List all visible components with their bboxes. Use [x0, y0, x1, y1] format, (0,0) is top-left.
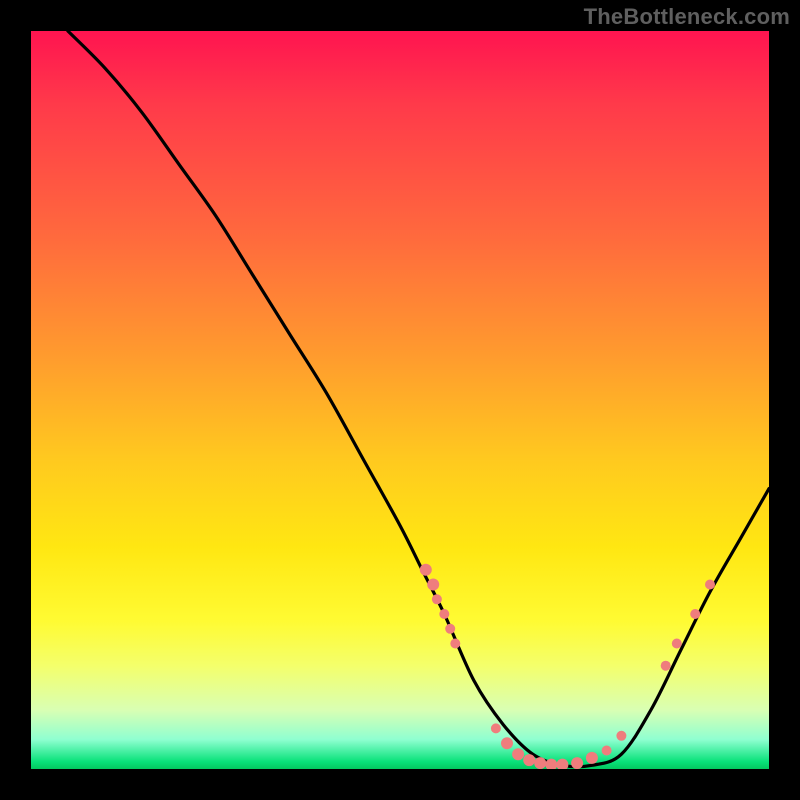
data-marker [439, 609, 449, 619]
plot-area [31, 31, 769, 769]
data-marker [491, 723, 501, 733]
bottleneck-curve [68, 31, 769, 767]
data-marker [501, 737, 513, 749]
data-marker [512, 748, 524, 760]
data-marker [534, 757, 546, 769]
data-marker [690, 609, 700, 619]
chart-frame: TheBottleneck.com [0, 0, 800, 800]
data-marker [556, 759, 568, 769]
data-marker [571, 757, 583, 769]
data-marker [427, 579, 439, 591]
data-marker [602, 746, 612, 756]
data-marker [445, 624, 455, 634]
data-marker [616, 731, 626, 741]
data-marker [705, 580, 715, 590]
data-marker [523, 754, 535, 766]
data-marker [661, 661, 671, 671]
data-marker [432, 594, 442, 604]
data-marker [586, 752, 598, 764]
bottleneck-curve-svg [31, 31, 769, 769]
marker-group [420, 564, 715, 769]
attribution-text: TheBottleneck.com [584, 4, 790, 30]
data-marker [450, 639, 460, 649]
data-marker [672, 639, 682, 649]
data-marker [420, 564, 432, 576]
